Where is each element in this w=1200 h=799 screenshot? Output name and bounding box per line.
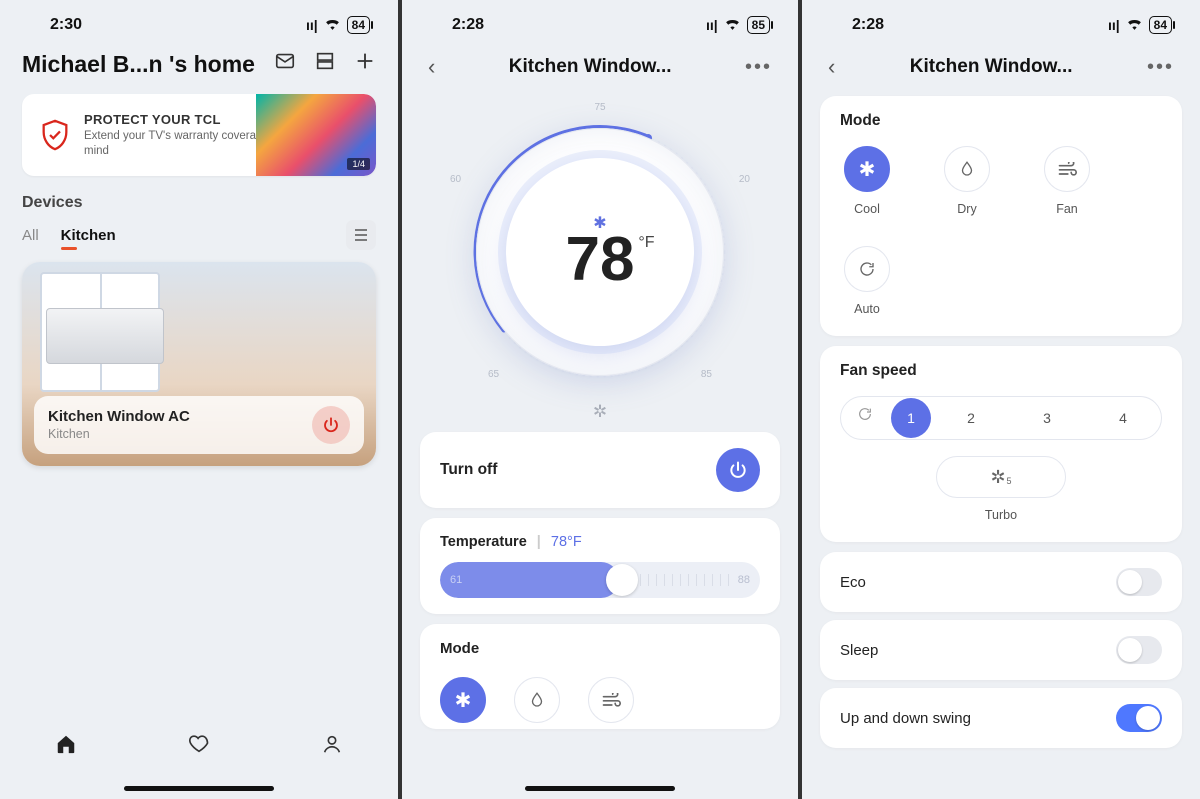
mode-cool-button[interactable]: ✱ <box>440 677 486 723</box>
sleep-toggle[interactable] <box>1116 636 1162 664</box>
clock: 2:30 <box>50 16 82 34</box>
view-toggle-button[interactable] <box>346 220 376 250</box>
nav-profile-icon[interactable] <box>321 733 343 761</box>
mode-heading: Mode <box>840 112 1162 130</box>
add-icon[interactable] <box>354 50 376 78</box>
nav-favorites-icon[interactable] <box>188 733 210 761</box>
page-title: Kitchen Window... <box>910 56 1073 78</box>
fanspeed-heading: Fan speed <box>840 362 1162 380</box>
device-power-button[interactable] <box>312 406 350 444</box>
sleep-row: Sleep <box>820 620 1182 680</box>
mode-fan-button[interactable] <box>588 677 634 723</box>
battery-indicator: 84 <box>347 16 370 34</box>
mode-dry-label: Dry <box>940 202 994 216</box>
more-icon[interactable]: ••• <box>1147 56 1174 79</box>
sleep-label: Sleep <box>840 642 878 659</box>
swing-toggle[interactable] <box>1116 704 1162 732</box>
mode-fan-label: Fan <box>1040 202 1094 216</box>
status-bar: 2:28 ıı| 85 <box>402 0 798 50</box>
eco-toggle[interactable] <box>1116 568 1162 596</box>
speed-3[interactable]: 3 <box>1009 396 1085 440</box>
banner-pager: 1/4 <box>347 158 370 170</box>
signal-icon: ıı| <box>1108 17 1120 33</box>
battery-indicator: 85 <box>747 16 770 34</box>
nav-home-icon[interactable] <box>55 733 77 761</box>
wifi-icon <box>724 17 741 33</box>
eco-row: Eco <box>820 552 1182 612</box>
device-settings-screen: 2:28 ıı| 84 ‹ Kitchen Window... ••• Mode… <box>800 0 1200 799</box>
mode-dry-button[interactable] <box>944 146 990 192</box>
wifi-icon <box>1126 17 1143 33</box>
turbo-button[interactable]: ✲5 <box>936 456 1066 498</box>
status-bar: 2:30 ıı| 84 <box>0 0 398 50</box>
turn-off-card: Turn off <box>420 432 780 508</box>
home-indicator <box>124 786 274 791</box>
speed-auto-icon[interactable] <box>841 396 889 440</box>
swing-row: Up and down swing <box>820 688 1182 748</box>
devices-heading: Devices <box>0 194 398 212</box>
temperature-dial[interactable]: 75 60 20 65 85 ✱ 78°F <box>450 102 750 402</box>
turbo-label: Turbo <box>936 508 1066 522</box>
mail-icon[interactable] <box>274 50 296 78</box>
eco-label: Eco <box>840 574 866 591</box>
mode-fan-button[interactable] <box>1044 146 1090 192</box>
fan-speed-panel: Fan speed 1 2 3 4 ✲5 Turbo <box>820 346 1182 542</box>
fan-indicator-icon: ✲ <box>402 402 798 422</box>
device-room: Kitchen <box>48 427 90 441</box>
home-header: Michael B...n 's home <box>0 50 398 84</box>
mode-panel: Mode ✱ Cool Dry Fan Auto <box>820 96 1182 336</box>
temperature-card: Temperature | 78°F 61 88 <box>420 518 780 614</box>
clock: 2:28 <box>852 16 884 34</box>
device-detail-screen: 2:28 ıı| 85 ‹ Kitchen Window... ••• 75 6… <box>400 0 800 799</box>
more-icon[interactable]: ••• <box>745 56 772 79</box>
speed-4[interactable]: 4 <box>1085 396 1161 440</box>
mode-auto-button[interactable] <box>844 246 890 292</box>
page-title: Kitchen Window... <box>509 56 672 78</box>
swing-label: Up and down swing <box>840 710 971 727</box>
battery-indicator: 84 <box>1149 16 1172 34</box>
mode-cool-label: Cool <box>840 202 894 216</box>
mode-dry-button[interactable] <box>514 677 560 723</box>
tab-kitchen[interactable]: Kitchen <box>61 227 116 244</box>
layout-icon[interactable] <box>314 50 336 78</box>
fan-speed-selector[interactable]: 1 2 3 4 <box>840 396 1162 440</box>
mode-card-partial: Mode ✱ <box>420 624 780 729</box>
signal-icon: ıı| <box>706 17 718 33</box>
temperature-slider[interactable]: 61 88 <box>440 562 760 598</box>
status-bar: 2:28 ıı| 84 <box>802 0 1200 50</box>
home-title: Michael B...n 's home <box>22 51 255 78</box>
room-tabs: All Kitchen <box>0 212 398 262</box>
speed-2[interactable]: 2 <box>933 396 1009 440</box>
signal-icon: ıı| <box>306 17 318 33</box>
home-indicator <box>525 786 675 791</box>
tab-all[interactable]: All <box>22 227 39 244</box>
promo-banner[interactable]: PROTECT YOUR TCL Extend your TV's warran… <box>22 94 376 176</box>
mode-auto-label: Auto <box>840 302 894 316</box>
slider-thumb[interactable] <box>606 564 638 596</box>
device-card-kitchen-ac[interactable]: Kitchen Window AC Kitchen <box>22 262 376 466</box>
mode-cool-button[interactable]: ✱ <box>844 146 890 192</box>
bottom-nav <box>0 719 398 775</box>
speed-1[interactable]: 1 <box>891 398 931 438</box>
temp-readout: 78°F <box>566 229 635 291</box>
turnoff-label: Turn off <box>440 461 497 479</box>
back-button[interactable]: ‹ <box>828 54 835 80</box>
back-button[interactable]: ‹ <box>428 54 435 80</box>
wifi-icon <box>324 17 341 33</box>
power-button[interactable] <box>716 448 760 492</box>
device-name: Kitchen Window AC <box>48 408 190 425</box>
temp-label: Temperature <box>440 534 527 550</box>
clock: 2:28 <box>452 16 484 34</box>
temp-value: 78°F <box>551 534 582 550</box>
home-screen: 2:30 ıı| 84 Michael B...n 's home PROTEC… <box>0 0 400 799</box>
shield-check-icon <box>38 118 72 152</box>
